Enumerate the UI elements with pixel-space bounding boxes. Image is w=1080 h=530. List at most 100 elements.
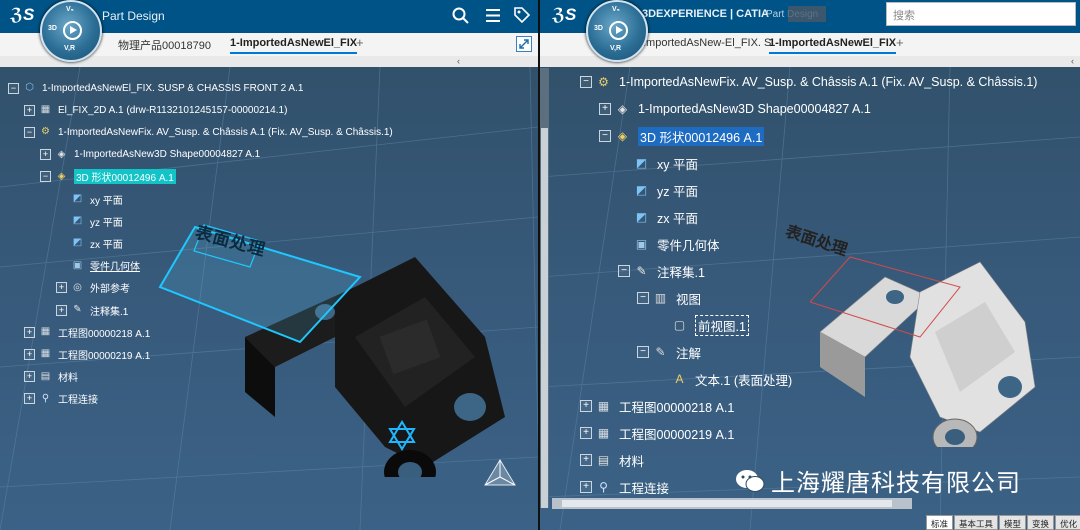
search-placeholder: 搜索 bbox=[893, 10, 915, 22]
collapse-icon[interactable]: − bbox=[637, 292, 649, 304]
action-bar-tab[interactable]: 变换 bbox=[1027, 515, 1055, 530]
tree-node-label: 工程连接 bbox=[619, 481, 670, 496]
tree-node[interactable]: + ▦ 工程图00000219 A.1 bbox=[580, 423, 734, 443]
tree-node[interactable]: + ◈ 1-ImportedAsNew3D Shape00004827 A.1 bbox=[599, 99, 871, 119]
tree-node[interactable]: + ◎ 外部参考 bbox=[56, 280, 130, 296]
tree-node[interactable]: ▣ 零件几何体 bbox=[618, 234, 720, 254]
add-tab-icon[interactable]: + bbox=[896, 35, 904, 50]
maximize-icon[interactable] bbox=[516, 36, 532, 52]
annotation-set-icon: ✎ bbox=[73, 304, 82, 315]
tree-node[interactable]: + ▤ 材料 bbox=[24, 369, 78, 385]
tree-node[interactable]: − ◈ 3D 形状00012496 A.1 bbox=[599, 126, 765, 146]
tree-node[interactable]: + ⚲ 工程连接 bbox=[580, 477, 669, 497]
action-bar-tab[interactable]: 优化 bbox=[1055, 515, 1080, 530]
expand-icon[interactable]: + bbox=[580, 400, 592, 412]
compass-bottom-label: V,R bbox=[610, 45, 622, 52]
action-bar-tab[interactable]: 模型 bbox=[999, 515, 1027, 530]
tree-node[interactable]: − ◈ 3D 形状00012496 A.1 bbox=[40, 169, 176, 185]
menu-icon[interactable] bbox=[485, 8, 501, 23]
expand-icon[interactable]: + bbox=[24, 393, 35, 405]
compass-left-label: 3D bbox=[594, 25, 603, 32]
add-tab-icon[interactable]: + bbox=[356, 35, 364, 50]
tree-node[interactable]: ◩ zx 平面 bbox=[56, 235, 123, 251]
axis-triad-icon[interactable] bbox=[480, 455, 520, 495]
expand-icon[interactable]: + bbox=[24, 326, 35, 338]
expand-icon[interactable]: + bbox=[599, 103, 611, 115]
collapse-icon[interactable]: − bbox=[580, 76, 592, 88]
tree-node-label: 1-ImportedAsNewFix. AV_Susp. & Châssis A… bbox=[619, 75, 1038, 89]
tree-node[interactable]: ▢ 前视图.1 bbox=[656, 314, 749, 336]
tree-node[interactable]: − ▥ 视图 bbox=[637, 288, 701, 308]
tree-node[interactable]: − ⚙ 1-ImportedAsNewFix. AV_Susp. & Châssis… bbox=[580, 72, 1037, 92]
collapse-arrow-icon[interactable]: ‹ bbox=[1071, 56, 1074, 66]
tab-imported-part[interactable]: 1-ImportedAsNewEl_FIX bbox=[230, 37, 358, 54]
tree-node-label: 注解 bbox=[676, 346, 702, 361]
expand-icon[interactable]: + bbox=[24, 348, 35, 360]
tree-node[interactable]: ◩ zx 平面 bbox=[618, 207, 698, 227]
tree-node[interactable]: A 文本.1 (表面处理) bbox=[656, 369, 792, 389]
play-icon[interactable] bbox=[63, 21, 82, 40]
plane-icon: ◩ bbox=[635, 156, 648, 170]
front-view-icon: ▢ bbox=[673, 318, 686, 332]
tree-node[interactable]: + ▦ 工程图00000218 A.1 bbox=[580, 396, 734, 416]
tree-node[interactable]: + ▤ 材料 bbox=[580, 450, 644, 470]
play-icon[interactable] bbox=[609, 21, 628, 40]
tree-node[interactable]: ▣ 零件几何体 bbox=[56, 258, 140, 274]
tree-node[interactable]: ◩ yz 平面 bbox=[618, 180, 698, 200]
drawing-icon: ▦ bbox=[40, 348, 51, 360]
collapse-icon[interactable]: − bbox=[24, 126, 35, 138]
tag-icon[interactable] bbox=[513, 6, 531, 24]
ds-logo-icon[interactable]: ℨS bbox=[552, 5, 576, 25]
tab-imported-part[interactable]: 1-ImportedAsNewEl_FIX bbox=[769, 37, 897, 54]
tree-node[interactable]: − ⬡ 1-ImportedAsNewEl_FIX. SUSP & CHASSIS … bbox=[8, 80, 303, 96]
collapse-icon[interactable]: − bbox=[618, 265, 630, 277]
collapse-arrow-icon[interactable]: ‹ bbox=[457, 56, 460, 66]
plane-icon: ◩ bbox=[72, 193, 83, 204]
expand-icon[interactable]: + bbox=[580, 427, 592, 439]
tree-node[interactable]: ◩ yz 平面 bbox=[56, 213, 123, 229]
expand-icon[interactable]: + bbox=[580, 481, 592, 493]
search-icon[interactable] bbox=[452, 7, 470, 25]
tree-node[interactable]: + ▦ El_FIX_2D A.1 (drw-R1132101245157-0000… bbox=[24, 102, 287, 118]
tab-imported-as-new[interactable]: ImportedAsNew-El_FIX. S bbox=[643, 37, 771, 49]
drawing-icon: ▦ bbox=[597, 426, 610, 440]
expand-icon[interactable]: + bbox=[56, 304, 67, 316]
expand-icon[interactable]: + bbox=[24, 104, 35, 116]
tree-node[interactable]: ◩ xy 平面 bbox=[56, 191, 123, 207]
part-icon: ⚙ bbox=[598, 75, 609, 89]
collapse-icon[interactable]: − bbox=[599, 130, 611, 142]
tree-node[interactable]: + ▦ 工程图00000218 A.1 bbox=[24, 324, 150, 340]
tree-node-label: 材料 bbox=[619, 454, 645, 469]
expand-icon[interactable]: + bbox=[56, 282, 67, 294]
scrollbar-thumb[interactable] bbox=[541, 128, 548, 508]
right-window: ℨS 3DEXPERIENCE | CATIA Part Design 搜索 I… bbox=[540, 0, 1080, 530]
tree-node[interactable]: + ✎ 注释集.1 bbox=[56, 302, 128, 318]
expand-icon[interactable]: + bbox=[40, 149, 51, 161]
app-title: Part Design bbox=[102, 9, 165, 23]
tree-node-label: xy 平面 bbox=[657, 157, 698, 172]
tree-node[interactable]: + ▦ 工程图00000219 A.1 bbox=[24, 346, 150, 362]
tree-node[interactable]: ◩ xy 平面 bbox=[618, 153, 698, 173]
tab-physical-product[interactable]: 物理产品00018790 bbox=[118, 37, 211, 53]
search-input[interactable]: 搜索 bbox=[886, 2, 1076, 26]
tree-node[interactable]: + ⚲ 工程连接 bbox=[24, 391, 98, 407]
collapse-icon[interactable]: − bbox=[40, 171, 51, 183]
compass-widget[interactable]: V₅ 3D V,R bbox=[40, 0, 102, 62]
tree-node[interactable]: − ⚙ 1-ImportedAsNewFix. AV_Susp. & Châssis… bbox=[24, 124, 393, 140]
tree-node[interactable]: − ✎ 注解 bbox=[637, 342, 701, 362]
compass-widget[interactable]: V₅ 3D V,R bbox=[586, 0, 648, 62]
collapse-icon[interactable]: − bbox=[637, 346, 649, 358]
action-bar-tab[interactable]: 标准 bbox=[926, 515, 954, 530]
material-icon: ▤ bbox=[40, 370, 51, 382]
ds-logo-icon[interactable]: ℨS bbox=[10, 5, 34, 25]
tree-scrollbar[interactable] bbox=[540, 68, 549, 508]
tree-node-label: xy 平面 bbox=[90, 195, 123, 207]
tree-node-label: 3D 形状00012496 A.1 bbox=[74, 169, 176, 185]
expand-icon[interactable]: + bbox=[580, 454, 592, 466]
collapse-icon[interactable]: − bbox=[8, 82, 19, 94]
expand-icon[interactable]: + bbox=[24, 371, 35, 383]
tree-node[interactable]: + ◈ 1-ImportedAsNew3D Shape00004827 A.1 bbox=[40, 147, 260, 163]
left-spec-tree: − ⬡ 1-ImportedAsNewEl_FIX. SUSP & CHASSIS … bbox=[8, 80, 528, 410]
action-bar-tab[interactable]: 基本工具 bbox=[954, 515, 999, 530]
tree-node[interactable]: − ✎ 注释集.1 bbox=[618, 261, 705, 281]
